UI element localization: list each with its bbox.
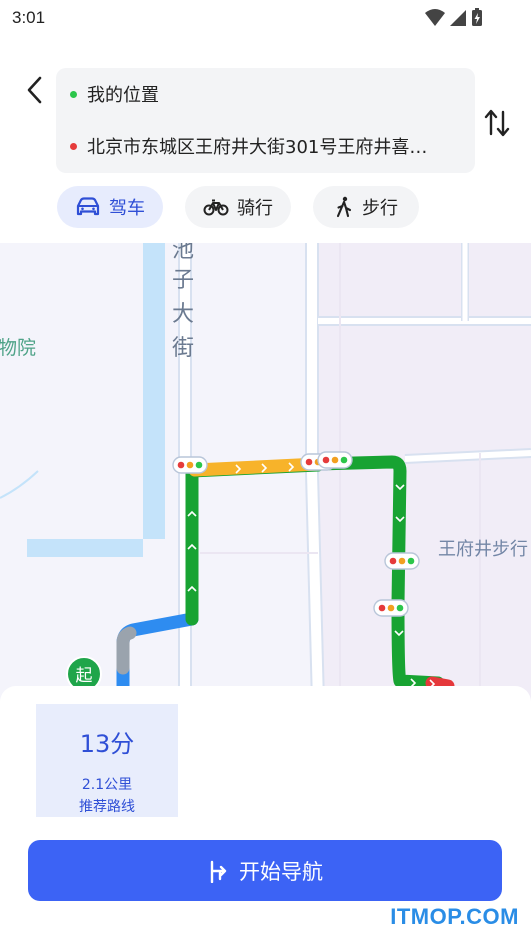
- walk-icon: [336, 196, 352, 218]
- tab-drive[interactable]: 驾车: [57, 186, 163, 228]
- traffic-light-icon: [373, 599, 409, 617]
- stream-line: [0, 470, 39, 499]
- svg-text:大: 大: [172, 302, 194, 327]
- svg-text:子: 子: [172, 268, 194, 293]
- route-input-box: 我的位置 北京市东城区王府井大街301号王府井喜…: [56, 68, 475, 173]
- wifi-icon: [425, 9, 445, 26]
- route-tag: 推荐路线: [79, 799, 135, 815]
- route-duration: 13分: [79, 730, 135, 758]
- svg-text:街: 街: [172, 336, 194, 361]
- street-label: 池 子 大 街: [172, 243, 194, 361]
- signal-icon: [450, 10, 466, 26]
- destination-dot-icon: [70, 142, 77, 150]
- start-navigation-label: 开始导航: [239, 859, 323, 884]
- car-icon: [76, 197, 100, 216]
- watermark-text: ITMOP.COM: [390, 904, 519, 929]
- start-marker-label: 起: [76, 666, 93, 686]
- map-view[interactable]: 起 池 子 大 街 物院 王府井步行: [0, 243, 531, 703]
- tab-walk-label: 步行: [362, 198, 398, 219]
- poi-label-left: 物院: [0, 337, 36, 359]
- status-bar: 3:01: [0, 0, 531, 36]
- route-header: 我的位置 北京市东城区王府井大街301号王府井喜… 驾车 骑行 步行: [0, 36, 531, 243]
- bike-icon: [203, 199, 229, 216]
- battery-icon: [472, 8, 482, 26]
- canal-water: [27, 243, 165, 557]
- swap-button[interactable]: [482, 106, 512, 140]
- swap-arrows-icon: [484, 109, 510, 137]
- destination-field[interactable]: 北京市东城区王府井大街301号王府井喜…: [70, 131, 467, 161]
- origin-field[interactable]: 我的位置: [70, 79, 159, 109]
- status-time: 3:01: [12, 8, 46, 27]
- tab-walk[interactable]: 步行: [313, 186, 419, 228]
- route-distance: 2.1公里: [81, 777, 133, 793]
- route-path: [116, 455, 455, 703]
- map-canvas: 起 池 子 大 街 物院 王府井步行: [0, 243, 531, 703]
- map-block: [318, 243, 531, 703]
- back-button[interactable]: [20, 72, 52, 108]
- traffic-light-icon: [172, 456, 208, 474]
- tab-bike-label: 骑行: [237, 198, 273, 219]
- start-navigation-button[interactable]: 开始导航: [28, 840, 502, 901]
- origin-dot-icon: [70, 90, 77, 98]
- status-icons: [425, 8, 482, 26]
- svg-text:池: 池: [172, 243, 194, 263]
- route-summary-panel: 13分 2.1公里 推荐路线 开始导航 ITMOP.COM: [0, 686, 531, 944]
- tab-bike[interactable]: 骑行: [185, 186, 291, 228]
- route-segment-gray: [116, 626, 137, 675]
- route-option-card[interactable]: 13分 2.1公里 推荐路线: [36, 704, 178, 817]
- chevron-left-icon: [27, 76, 42, 104]
- traffic-light-icon: [317, 451, 353, 469]
- route-segment-green-1: [185, 458, 325, 626]
- turn-arrow-icon: [210, 860, 227, 883]
- destination-text: 北京市东城区王府井大街301号王府井喜…: [87, 137, 428, 158]
- route-segment-orange: [188, 457, 325, 477]
- tab-drive-label: 驾车: [109, 198, 145, 219]
- traffic-light-icon: [384, 552, 420, 570]
- origin-text: 我的位置: [87, 85, 159, 106]
- poi-label-right: 王府井步行: [438, 539, 528, 560]
